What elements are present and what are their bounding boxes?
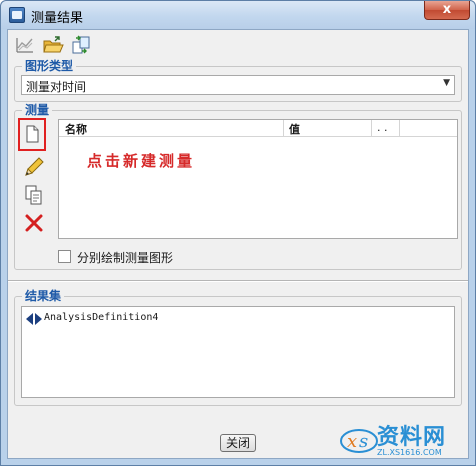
annotation-text: 点击新建测量 [87, 152, 196, 170]
section-divider [8, 280, 468, 282]
column-separator [371, 120, 372, 137]
measure-table[interactable]: 名称 值 . . 点击新建测量 [58, 119, 458, 239]
separate-plot-checkbox[interactable] [58, 250, 71, 263]
graph-type-selected: 测量对时间 [26, 80, 87, 94]
graph-type-legend: 图形类型 [22, 59, 77, 73]
result-item-label: AnalysisDefinition4 [44, 312, 159, 323]
arrow-right-icon[interactable] [35, 313, 42, 325]
open-folder-icon[interactable] [42, 34, 64, 56]
title-bar: 测量结果 x [1, 1, 475, 29]
app-window-icon [9, 7, 25, 23]
chevron-down-icon: ▼ [443, 78, 450, 88]
new-measure-button[interactable] [18, 118, 46, 151]
copy-transfer-icon[interactable] [70, 34, 92, 56]
svg-text:x: x [347, 431, 357, 452]
watermark: x s 资料网 ZL.XS1616.COM [339, 417, 475, 463]
svg-text:s: s [359, 431, 368, 452]
result-set-legend: 结果集 [22, 289, 65, 303]
separate-plot-label: 分别绘制测量图形 [77, 251, 174, 265]
result-set-group: 结果集 AnalysisDefinition4 [14, 289, 462, 406]
measure-table-header: 名称 值 . . [59, 120, 457, 137]
graph-type-select[interactable]: 测量对时间 ▼ [21, 75, 455, 95]
column-header-value[interactable]: 值 [289, 121, 300, 137]
dialog-body: 图形类型 测量对时间 ▼ 测量 名称 值 . . 点击新建测量 分别绘制测量图形… [7, 29, 469, 459]
column-header-name[interactable]: 名称 [65, 121, 87, 137]
watermark-logo-icon: x s [340, 429, 378, 453]
new-document-icon [26, 125, 39, 143]
copy-icon [25, 185, 42, 205]
dialog-window: 测量结果 x 图形类型 测量对时间 ▼ 测量 名称 值 . . 点击新建测量 分… [0, 0, 476, 466]
column-header-more[interactable]: . . [377, 121, 388, 134]
chart-icon[interactable] [14, 34, 36, 56]
close-button[interactable]: 关闭 [220, 434, 256, 452]
measure-group: 测量 名称 值 . . 点击新建测量 分别绘制测量图形 [14, 103, 462, 270]
watermark-title: 资料网 [377, 425, 447, 450]
arrow-left-icon[interactable] [26, 313, 33, 325]
delete-measure-button[interactable] [22, 211, 46, 235]
delete-x-icon [25, 214, 43, 232]
column-separator [399, 120, 400, 137]
window-title: 测量结果 [31, 11, 84, 26]
edit-measure-button[interactable] [22, 155, 46, 179]
result-set-list[interactable]: AnalysisDefinition4 [21, 306, 455, 398]
measure-legend: 测量 [22, 103, 53, 117]
window-close-button[interactable]: x [424, 1, 470, 20]
watermark-url: ZL.XS1616.COM [377, 448, 442, 457]
pencil-icon [25, 157, 44, 176]
copy-measure-button[interactable] [22, 183, 46, 207]
graph-type-group: 图形类型 测量对时间 ▼ [14, 59, 462, 102]
column-separator [283, 120, 284, 137]
